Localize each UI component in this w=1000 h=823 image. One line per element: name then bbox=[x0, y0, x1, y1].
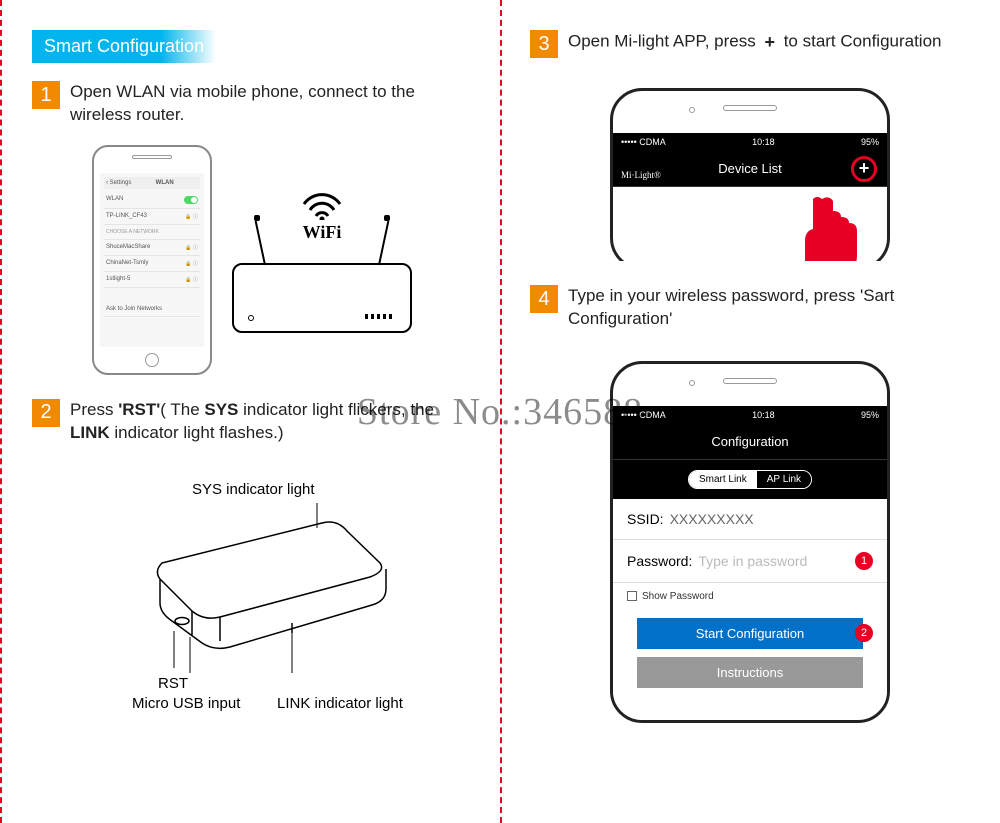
battery-label: 95% bbox=[861, 410, 879, 420]
show-password-checkbox[interactable]: Show Password bbox=[613, 583, 887, 610]
brand-label: Mi·Light® bbox=[621, 170, 661, 180]
wlan-switch-label: WLAN bbox=[106, 196, 123, 204]
tab-smartlink[interactable]: Smart Link bbox=[689, 471, 757, 488]
wlan-others-header: CHOOSE A NETWORK bbox=[106, 229, 159, 235]
step-number: 2 bbox=[32, 399, 60, 427]
add-device-button[interactable]: + bbox=[851, 156, 877, 182]
wifi-icon bbox=[300, 186, 344, 220]
checkbox-icon[interactable] bbox=[627, 591, 637, 601]
router-illustration bbox=[232, 263, 412, 333]
phone-device-list: ••••• CDMA 10:18 95% Mi·Light® Device Li… bbox=[610, 88, 890, 261]
wlan-back: ‹ Settings bbox=[106, 180, 131, 186]
battery-label: 95% bbox=[861, 137, 879, 147]
label-link: LINK indicator light bbox=[277, 695, 403, 712]
step-4: 4 Type in your wireless password, press … bbox=[530, 285, 970, 331]
screen-title: Device List bbox=[718, 161, 782, 176]
carrier-label: ••••• CDMA bbox=[621, 410, 666, 420]
start-configuration-button[interactable]: Start Configuration 2 bbox=[637, 618, 863, 649]
tab-aplink[interactable]: AP Link bbox=[757, 471, 811, 488]
wlan-network-item: 1stlight-5 bbox=[106, 276, 130, 283]
step-1: 1 Open WLAN via mobile phone, connect to… bbox=[32, 81, 470, 127]
label-sys: SYS indicator light bbox=[192, 481, 315, 498]
time-label: 10:18 bbox=[752, 410, 775, 420]
step-text: Press 'RST'( The SYS indicator light fli… bbox=[70, 399, 470, 445]
step-number: 4 bbox=[530, 285, 558, 313]
step-3: 3 Open Mi-light APP, press + to start Co… bbox=[530, 30, 970, 58]
pointing-hand-icon bbox=[797, 191, 867, 261]
step-number: 1 bbox=[32, 81, 60, 109]
step-2: 2 Press 'RST'( The SYS indicator light f… bbox=[32, 399, 470, 445]
wlan-network-item: ShuceMacShare bbox=[106, 244, 150, 251]
plus-icon: + bbox=[764, 30, 775, 54]
device-illustration: SYS indicator light RST Micro USB input … bbox=[82, 463, 462, 703]
wifi-label: WiFi bbox=[303, 222, 342, 243]
wlan-connected: TP-LINK_CF43 bbox=[106, 213, 147, 220]
step1-illustration: ‹ SettingsWLAN WLAN TP-LINK_CF43🔒 ⓘ CHOO… bbox=[92, 145, 470, 375]
callout-badge: 2 bbox=[855, 624, 873, 642]
section-header: Smart Configuration bbox=[32, 30, 216, 63]
screen-title: Configuration bbox=[711, 434, 788, 449]
step-number: 3 bbox=[530, 30, 558, 58]
ssid-value: XXXXXXXXX bbox=[670, 511, 754, 527]
phone-wlan-illustration: ‹ SettingsWLAN WLAN TP-LINK_CF43🔒 ⓘ CHOO… bbox=[92, 145, 212, 375]
carrier-label: ••••• CDMA bbox=[621, 137, 666, 147]
ssid-field: SSID: XXXXXXXXX bbox=[613, 499, 887, 540]
instructions-button[interactable]: Instructions bbox=[637, 657, 863, 688]
callout-badge: 1 bbox=[855, 552, 873, 570]
step-text: Open WLAN via mobile phone, connect to t… bbox=[70, 81, 470, 127]
phone-configuration: ••••• CDMA 10:18 95% Configuration Smart… bbox=[610, 361, 890, 723]
wlan-title: WLAN bbox=[156, 180, 174, 186]
password-placeholder: Type in password bbox=[698, 553, 849, 569]
left-column: Smart Configuration 1 Open WLAN via mobi… bbox=[0, 0, 500, 823]
step-text: Type in your wireless password, press 'S… bbox=[568, 285, 970, 331]
step-text: Open Mi-light APP, press + to start Conf… bbox=[568, 30, 942, 54]
password-field[interactable]: Password: Type in password 1 bbox=[613, 540, 887, 583]
wlan-network-item: ChinaNet-Tsmly bbox=[106, 260, 148, 267]
label-rst: RST bbox=[158, 675, 188, 692]
wlan-toggle bbox=[184, 196, 198, 204]
label-micro-usb: Micro USB input bbox=[132, 695, 240, 712]
link-mode-tabs[interactable]: Smart Link AP Link bbox=[688, 470, 812, 489]
time-label: 10:18 bbox=[752, 137, 775, 147]
wlan-ask-join: Ask to Join Networks bbox=[106, 306, 162, 312]
right-column: 3 Open Mi-light APP, press + to start Co… bbox=[500, 0, 1000, 823]
